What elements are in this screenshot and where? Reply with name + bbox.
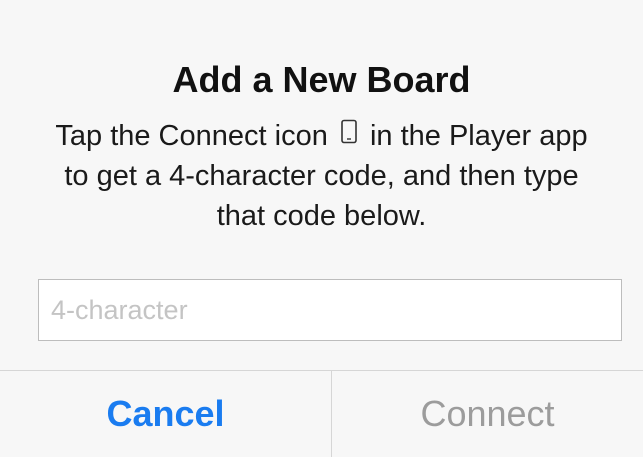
code-input[interactable] bbox=[39, 280, 621, 340]
dialog-message: Tap the Connect icon in the Player app t… bbox=[40, 116, 603, 236]
phone-icon bbox=[341, 119, 357, 144]
code-input-container bbox=[38, 279, 622, 341]
cancel-button[interactable]: Cancel bbox=[0, 371, 331, 457]
connect-button[interactable]: Connect bbox=[332, 371, 643, 457]
add-board-dialog: Add a New Board Tap the Connect icon in … bbox=[0, 0, 643, 457]
message-text-before-icon: Tap the Connect icon bbox=[55, 120, 328, 152]
dialog-title: Add a New Board bbox=[172, 59, 471, 100]
